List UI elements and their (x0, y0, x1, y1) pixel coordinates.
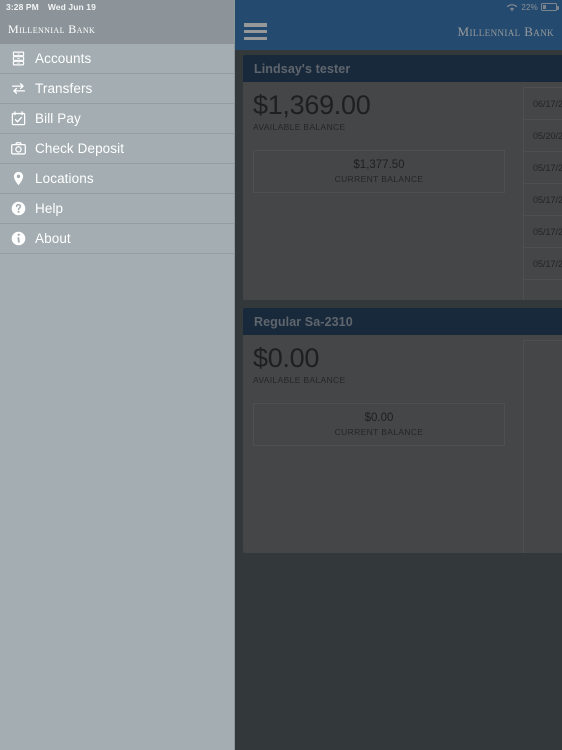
transaction-date: 05/17/2019 (533, 162, 562, 173)
bill-pay-icon (7, 110, 29, 128)
transaction-date: 06/17/2019 (533, 98, 562, 109)
app-root: Lindsay's tester $1,369.00 AVAILABLE BAL… (0, 0, 562, 750)
sidebar-item-label: Check Deposit (35, 141, 125, 156)
battery-icon (541, 3, 559, 11)
accounts-scroll-area[interactable]: Lindsay's tester $1,369.00 AVAILABLE BAL… (235, 50, 562, 750)
drawer-menu: Accounts Transfers Bill Pay Check Deposit Lo… (0, 44, 234, 254)
sidebar-item-label: About (35, 231, 71, 246)
account-card-body: $0.00 AVAILABLE BALANCE $0.00 CURRENT BA… (243, 335, 562, 553)
help-icon (7, 200, 29, 218)
sidebar-item-bill-pay[interactable]: Bill Pay (0, 104, 234, 134)
sidebar-item-label: Transfers (35, 81, 93, 96)
transfers-icon (7, 80, 29, 98)
sidebar-item-check-deposit[interactable]: Check Deposit (0, 134, 234, 164)
status-bar-indicators: 22% (506, 0, 559, 14)
drawer-status-bar: 3:28 PM Wed Jun 19 (0, 0, 234, 14)
available-balance-amount: $0.00 (253, 343, 320, 373)
account-balance-section: $1,369.00 AVAILABLE BALANCE $1,377.50 CU… (243, 82, 515, 300)
sidebar-item-label: Help (35, 201, 64, 216)
sidebar-item-help[interactable]: Help (0, 194, 234, 224)
account-card-title: Regular Sa-2310 (243, 308, 562, 335)
accounts-icon (7, 50, 29, 68)
account-card-title: Lindsay's tester (243, 55, 562, 82)
transaction-list[interactable]: 06/17/2019 05/20/2019 05/17/2019 05/17/2019… (523, 87, 562, 300)
available-balance-label: AVAILABLE BALANCE (253, 122, 346, 133)
current-balance-label: CURRENT BALANCE (334, 427, 424, 438)
current-balance-box[interactable]: $0.00 CURRENT BALANCE (253, 403, 505, 447)
drawer-brand: Millennial Bank (0, 14, 234, 44)
transaction-row[interactable]: 06/17/2019 (524, 88, 562, 120)
sidebar-item-label: Locations (35, 171, 94, 186)
current-balance-label: CURRENT BALANCE (334, 174, 424, 185)
sidebar-item-accounts[interactable]: Accounts (0, 44, 234, 74)
check-deposit-icon (7, 140, 29, 158)
sidebar-item-locations[interactable]: Locations (0, 164, 234, 194)
sidebar-item-about[interactable]: About (0, 224, 234, 254)
account-card[interactable]: Regular Sa-2310 $0.00 AVAILABLE BALANCE … (243, 308, 562, 553)
wifi-icon (507, 3, 518, 11)
transaction-list[interactable] (523, 340, 562, 553)
current-balance-amount: $0.00 (364, 412, 394, 425)
available-balance-label: AVAILABLE BALANCE (253, 375, 346, 386)
transaction-date: 05/17/2019 (533, 194, 562, 205)
account-balance-section: $0.00 AVAILABLE BALANCE $0.00 CURRENT BA… (243, 335, 515, 553)
hamburger-menu-icon[interactable] (244, 22, 267, 41)
transaction-date: 05/20/2019 (533, 130, 562, 141)
sidebar-item-transfers[interactable]: Transfers (0, 74, 234, 104)
transaction-row[interactable]: 05/20/2019 (524, 120, 562, 152)
app-bar-brand: Millennial Bank (457, 24, 554, 39)
transaction-row[interactable]: 05/17/2019 (524, 184, 562, 216)
account-card-body: $1,369.00 AVAILABLE BALANCE $1,377.50 CU… (243, 82, 562, 300)
current-balance-amount: $1,377.50 (353, 159, 405, 172)
transaction-row[interactable]: 05/17/2019 (524, 216, 562, 248)
transaction-row[interactable]: 05/17/2019 (524, 152, 562, 184)
sidebar-item-label: Accounts (35, 51, 92, 66)
sidebar-item-label: Bill Pay (35, 111, 81, 126)
status-bar: 22% (235, 0, 562, 14)
available-balance-amount: $1,369.00 (253, 90, 371, 120)
transaction-row[interactable]: 05/17/2019 (524, 248, 562, 280)
battery-percent-label: 22% (521, 2, 538, 12)
transaction-date: 05/17/2019 (533, 226, 562, 237)
app-bar: Millennial Bank (235, 14, 562, 50)
status-date: Wed Jun 19 (47, 2, 96, 12)
navigation-drawer: 3:28 PM Wed Jun 19 Millennial Bank Accou… (0, 0, 235, 750)
transaction-date: 05/17/2019 (533, 258, 562, 269)
current-balance-box[interactable]: $1,377.50 CURRENT BALANCE (253, 150, 505, 194)
status-time: 3:28 PM (6, 2, 39, 12)
account-card[interactable]: Lindsay's tester $1,369.00 AVAILABLE BAL… (243, 55, 562, 300)
about-icon (7, 230, 29, 248)
locations-icon (7, 170, 29, 188)
